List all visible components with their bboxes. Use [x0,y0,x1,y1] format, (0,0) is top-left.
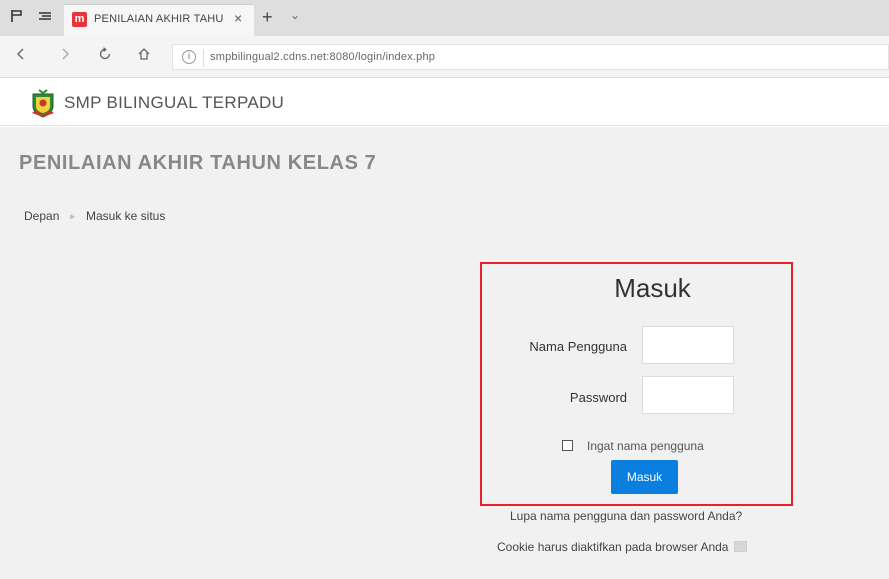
new-tab-icon[interactable]: + [262,7,273,28]
refresh-icon[interactable] [95,47,115,67]
tab-title: PENILAIAN AKHIR TAHU [94,13,224,25]
password-label: Password [569,390,627,405]
breadcrumb: Depan ► Masuk ke situs [24,209,165,223]
remember-username-label[interactable]: Ingat nama pengguna [587,439,704,453]
breadcrumb-current: Masuk ke situs [85,209,166,223]
school-logo-icon[interactable] [31,88,55,118]
cookie-notice-text: Cookie harus diaktifkan pada browser And… [497,540,729,554]
login-button[interactable]: Masuk [611,460,678,494]
close-tab-icon[interactable]: × [234,10,242,26]
info-icon[interactable]: i [182,50,196,64]
browser-tab[interactable]: m PENILAIAN AKHIR TAHU × [64,4,254,36]
forward-icon[interactable] [55,47,75,67]
remember-username-option[interactable]: Ingat nama pengguna [562,439,704,453]
username-input[interactable] [642,326,734,364]
login-title: Masuk [614,273,691,303]
address-bar[interactable]: i smpbilingual2.cdns.net:8080/login/inde… [172,44,889,70]
breadcrumb-separator-icon: ► [68,212,77,221]
site-header: SMP BILINGUAL TERPADU [0,78,889,126]
page-title: PENILAIAN AKHIR TAHUN KELAS 7 [19,152,377,174]
home-icon[interactable] [134,47,154,67]
browser-navigation-bar: i smpbilingual2.cdns.net:8080/login/inde… [0,36,889,78]
tab-list-icon[interactable] [36,9,54,27]
chevron-down-icon[interactable]: ⌄ [290,8,300,22]
login-panel: Masuk Nama Pengguna Password Ingat nama … [480,262,793,506]
cookie-notice: Cookie harus diaktifkan pada browser And… [497,540,748,554]
site-name[interactable]: SMP BILINGUAL TERPADU [64,93,284,113]
help-icon[interactable] [734,541,748,552]
password-input[interactable] [642,376,734,414]
username-label: Nama Pengguna [529,339,627,354]
back-icon[interactable] [11,47,31,67]
forgot-password-link[interactable]: Lupa nama pengguna dan password Anda? [510,509,742,523]
browser-tab-strip: m PENILAIAN AKHIR TAHU × + ⌄ [0,0,889,36]
set-tabs-aside-icon[interactable] [8,9,26,27]
site-favicon-icon: m [72,12,87,27]
url-text[interactable]: smpbilingual2.cdns.net:8080/login/index.… [210,51,435,63]
breadcrumb-home-link[interactable]: Depan [24,209,59,223]
page-content: PENILAIAN AKHIR TAHUN KELAS 7 Depan ► Ma… [0,127,889,579]
remember-username-checkbox[interactable] [562,440,573,451]
address-bar-divider [203,49,204,67]
